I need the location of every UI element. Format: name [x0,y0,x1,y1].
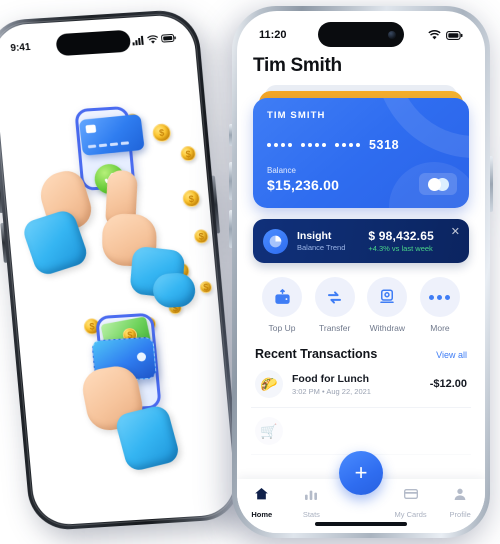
left-phone-frame: 9:41 $ $ $ $ $ $ $ $ $ $ $ [0,8,244,532]
status-icons [428,30,463,40]
insight-title: Insight [297,230,332,242]
pie-chart-icon [263,228,288,254]
nav-item-home[interactable]: Home [237,486,287,519]
right-phone-mockup: 11:20 Tim Smith TIM SMITH 5318 Balance $… [229,6,493,538]
left-phone-status-time: 9:41 [9,41,31,54]
transactions-header: Recent Transactions View all [255,347,467,361]
action-transfer[interactable]: Transfer [312,277,358,333]
profile-icon [454,488,466,500]
stats-bars-icon [305,490,318,500]
view-all-link[interactable]: View all [436,350,467,360]
card-icon [403,489,418,499]
table-row[interactable]: 🛒 [251,408,471,455]
battery-icon [161,34,176,43]
mastercard-icon [419,173,457,195]
action-more[interactable]: More [417,277,463,333]
transaction-meta: 3:02 PM • Aug 22, 2021 [292,387,421,396]
status-time: 11:20 [259,29,287,41]
nav-label: My Cards [394,510,427,519]
right-phone-screen: 11:20 Tim Smith TIM SMITH 5318 Balance $… [237,11,485,533]
home-indicator [315,522,407,526]
gold-coin-icon [182,189,201,208]
insight-subtitle: Balance Trend [297,243,346,252]
atm-withdraw-icon [367,277,408,317]
nav-item-stats[interactable]: Stats [287,486,337,519]
transfer-arrows-icon [314,277,355,317]
gold-coin-icon [180,145,197,162]
transaction-details [292,430,458,432]
card-masked-group [267,143,292,147]
action-label: Withdraw [369,323,406,333]
home-icon [255,488,269,500]
left-phone-mockup: 9:41 $ $ $ $ $ $ $ $ $ $ $ [0,8,244,532]
insight-banner[interactable]: Insight Balance Trend $ 98,432.65 +4.3% … [253,219,469,263]
card-last-four: 5318 [369,138,400,152]
cart-icon: 🛒 [255,417,283,445]
close-icon[interactable]: ✕ [451,227,460,238]
left-phone-status-icons [132,33,177,45]
nav-label: Profile [449,510,471,519]
right-phone-frame: 11:20 Tim Smith TIM SMITH 5318 Balance $… [232,6,490,538]
action-top-up[interactable]: Top Up [259,277,305,333]
left-phone-illustration: ✓ [0,14,238,527]
meta-separator: • [322,386,325,396]
illustration-credit-card [78,114,145,156]
insight-text: Insight Balance Trend [297,230,345,252]
action-withdraw[interactable]: Withdraw [364,277,410,333]
action-label: More [430,323,450,333]
nav-label: Home [251,510,273,519]
battery-icon [446,30,463,40]
insight-value-group: $ 98,432.65 +4.3% vs last week [368,229,434,253]
transactions-heading: Recent Transactions [255,347,378,361]
gold-coin-icon [193,229,209,244]
gold-coin-icon [199,280,213,294]
insight-delta: +4.3% vs last week [368,244,433,253]
insight-value: $ 98,432.65 [368,229,434,243]
illustration-sleeve-cuff [151,272,197,309]
taco-icon: 🌮 [255,370,283,398]
illustration-sleeve-cuff [113,403,182,473]
plus-icon: + [354,460,368,485]
transaction-name: Food for Lunch [292,372,369,385]
left-phone-screen: 9:41 $ $ $ $ $ $ $ $ $ $ $ [0,13,238,527]
add-transaction-fab[interactable]: + [339,451,383,495]
gold-coin-icon [151,123,172,143]
cellular-signal-icon [132,35,144,45]
wallet-top-up-icon [262,277,302,317]
dynamic-island [318,22,404,47]
action-label: Transfer [318,323,351,333]
nav-item-my-cards[interactable]: My Cards [386,486,436,519]
card-stack[interactable]: TIM SMITH 5318 Balance $15,236.00 [253,85,469,209]
card-masked-group [301,143,326,147]
screenshot-stage: 9:41 $ $ $ $ $ $ $ $ $ $ $ 11:20 Tim Smi… [0,0,500,544]
transaction-amount: -$12.00 [429,378,467,390]
transaction-details: Food for Lunch 3:02 PM • Aug 22, 2021 [292,373,421,396]
nav-label: Stats [302,510,320,519]
card-masked-group [335,143,360,147]
table-row[interactable]: 🌮 Food for Lunch 3:02 PM • Aug 22, 2021 … [251,361,471,408]
nav-item-profile[interactable]: Profile [435,486,485,519]
more-dots-icon [419,277,460,317]
front-camera-icon [388,30,396,39]
page-title: Tim Smith [253,55,342,76]
wifi-icon [147,34,159,44]
transaction-date: Aug 22, 2021 [326,386,371,396]
transaction-time: 3:02 PM [292,386,320,396]
quick-actions: Top Up Transfer Withdraw More [259,277,463,333]
wifi-icon [428,30,441,40]
action-label: Top Up [268,323,296,333]
bank-card[interactable]: TIM SMITH 5318 Balance $15,236.00 [253,98,469,208]
